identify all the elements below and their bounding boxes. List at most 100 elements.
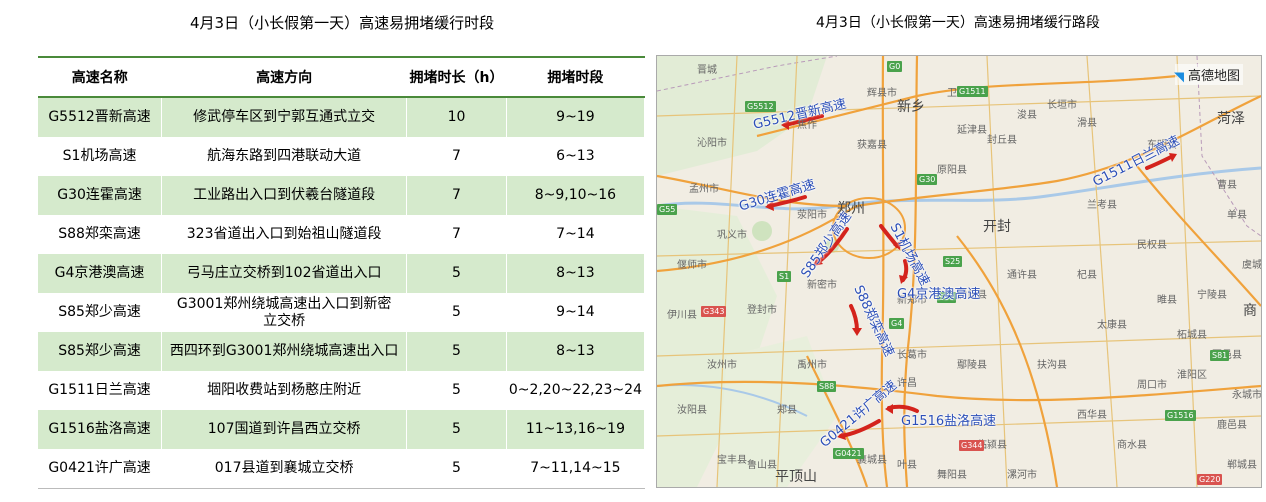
city-label: 菏泽 (1217, 111, 1245, 127)
cell-duration: 5 (406, 410, 507, 449)
city-label: 淮阳区 (1177, 370, 1207, 381)
city-label: 浚县 (1017, 110, 1037, 121)
table-row: G4京港澳高速 弓马庄立交桥到102省道出入口 5 8~13 (38, 254, 646, 293)
city-label: 偃师市 (677, 260, 707, 271)
highway-shield: G343 (701, 306, 727, 317)
city-label: 滑县 (1077, 118, 1097, 129)
city-label: 扶沟县 (1037, 360, 1067, 371)
city-label: 叶县 (897, 460, 917, 471)
cell-duration: 5 (406, 293, 507, 332)
cell-duration: 7 (406, 215, 507, 254)
cell-duration: 5 (406, 371, 507, 410)
route-label-g4: G4京港澳高速 (897, 287, 981, 302)
congestion-map[interactable]: 高德地图 郑州 开封 新乡 平顶山 菏泽 商 晋城 焦作 沁阳市 孟州市 荥阳市… (656, 55, 1262, 488)
cell-time-period: 8~13 (506, 254, 646, 293)
highway-shield: G344 (959, 440, 985, 451)
cell-direction: 工业路出入口到伏羲台隧道段 (161, 176, 408, 215)
highway-shield: G1511 (957, 86, 988, 97)
cell-time-period: 9~14 (506, 293, 646, 332)
city-label: 汝州市 (707, 360, 737, 371)
map-title: 4月3日（小长假第一天）高速易拥堵缓行路段 (816, 15, 1100, 31)
highway-shield: S1 (777, 271, 792, 282)
cell-highway-name: S88郑栾高速 (38, 215, 163, 254)
cell-time-period: 9~19 (506, 97, 646, 137)
city-label: 商水县 (1117, 440, 1147, 451)
city-label: 晋城 (697, 65, 717, 76)
highway-shield: G0 (887, 61, 903, 72)
highway-shield: S25 (943, 256, 963, 267)
highway-shield: G0421 (833, 448, 864, 459)
city-label: 柘城县 (1177, 330, 1207, 341)
city-label: 永城市 (1232, 390, 1262, 401)
cell-highway-name: S85郑少高速 (38, 293, 163, 332)
city-label: 荥阳市 (797, 210, 827, 221)
cell-time-period: 11~13,16~19 (506, 410, 646, 449)
cell-duration: 10 (406, 97, 507, 137)
city-label: 鹿邑县 (1217, 420, 1247, 431)
map-logo: 高德地图 (1174, 64, 1243, 85)
cell-highway-name: G0421许广高速 (38, 449, 163, 489)
highway-shield: G1516 (1165, 410, 1196, 421)
city-label: 长垣市 (1047, 100, 1077, 111)
cell-highway-name: S85郑少高速 (38, 332, 163, 371)
city-label: 原阳县 (937, 165, 967, 176)
city-label: 登封市 (747, 305, 777, 316)
table-row: G1516盐洛高速 107国道到许昌西立交桥 5 11~13,16~19 (38, 410, 646, 449)
table-row: G5512晋新高速 修武停车区到宁郭互通式立交 10 9~19 (38, 97, 646, 137)
city-label: 通许县 (1007, 270, 1037, 281)
table-header-row: 高速名称 高速方向 拥堵时长（h） 拥堵时段 (38, 56, 645, 98)
city-label: 封丘县 (987, 135, 1017, 146)
city-label: 平顶山 (775, 469, 817, 485)
cell-direction: 323省道出入口到始祖山隧道段 (161, 215, 408, 254)
city-label: 周口市 (1137, 380, 1167, 391)
city-label: 杞县 (1077, 270, 1097, 281)
city-label: 伊川县 (667, 310, 697, 321)
table-row: S85郑少高速 西四环到G3001郑州绕城高速出入口 5 8~13 (38, 332, 646, 371)
city-label: 汝阳县 (677, 405, 707, 416)
city-label: 巩义市 (717, 230, 747, 241)
city-label: 睢县 (1157, 295, 1177, 306)
table-row: G1511日兰高速 堌阳收费站到杨憨庄附近 5 0~2,20~22,23~24 (38, 371, 646, 410)
cell-duration: 5 (406, 254, 507, 293)
city-label: 单县 (1227, 210, 1247, 221)
table-title: 4月3日（小长假第一天）高速易拥堵缓行时段 (190, 14, 495, 32)
table-row: S1机场高速 航海东路到四港联动大道 7 6~13 (38, 137, 646, 176)
highway-shield: G4 (889, 318, 905, 329)
city-label: 鄢陵县 (957, 360, 987, 371)
city-label: 郸城县 (1227, 460, 1257, 471)
cell-direction: 堌阳收费站到杨憨庄附近 (161, 371, 408, 410)
cell-direction: 修武停车区到宁郭互通式立交 (161, 97, 408, 137)
highway-shield: G30 (917, 174, 938, 185)
cell-direction: 017县道到襄城立交桥 (161, 449, 408, 489)
city-label: 虞城县 (1242, 260, 1262, 271)
city-label: 鲁山县 (747, 460, 777, 471)
city-label: 曹县 (1217, 180, 1237, 191)
city-label: 延津县 (957, 125, 987, 136)
city-label: 西华县 (1077, 410, 1107, 421)
cell-time-period: 7~14 (506, 215, 646, 254)
cell-direction: 弓马庄立交桥到102省道出入口 (161, 254, 408, 293)
cell-highway-name: G1516盐洛高速 (38, 410, 163, 449)
cell-direction: G3001郑州绕城高速出入口到新密立交桥 (161, 293, 408, 332)
city-label: 辉县市 (867, 88, 897, 99)
city-label: 孟州市 (689, 184, 719, 195)
city-label: 宝丰县 (717, 455, 747, 466)
map-logo-text: 高德地图 (1187, 69, 1240, 84)
navigation-arrow-icon (1174, 67, 1189, 82)
cell-highway-name: G5512晋新高速 (38, 97, 163, 137)
cell-time-period: 8~13 (506, 332, 646, 371)
route-label-g1516: G1516盐洛高速 (901, 414, 997, 429)
city-label: 兰考县 (1087, 200, 1117, 211)
cell-time-period: 7~11,14~15 (506, 449, 646, 489)
cell-highway-name: G1511日兰高速 (38, 371, 163, 410)
cell-time-period: 8~9,10~16 (506, 176, 646, 215)
city-label: 太康县 (1097, 320, 1127, 331)
highway-shield: G55 (657, 204, 678, 215)
header-time-period: 拥堵时段 (506, 56, 645, 98)
cell-direction: 107国道到许昌西立交桥 (161, 410, 408, 449)
header-highway-name: 高速名称 (38, 56, 162, 98)
cell-duration: 7 (406, 137, 507, 176)
cell-duration: 5 (406, 332, 507, 371)
city-label: 民权县 (1137, 240, 1167, 251)
city-label: 新乡 (897, 99, 925, 115)
